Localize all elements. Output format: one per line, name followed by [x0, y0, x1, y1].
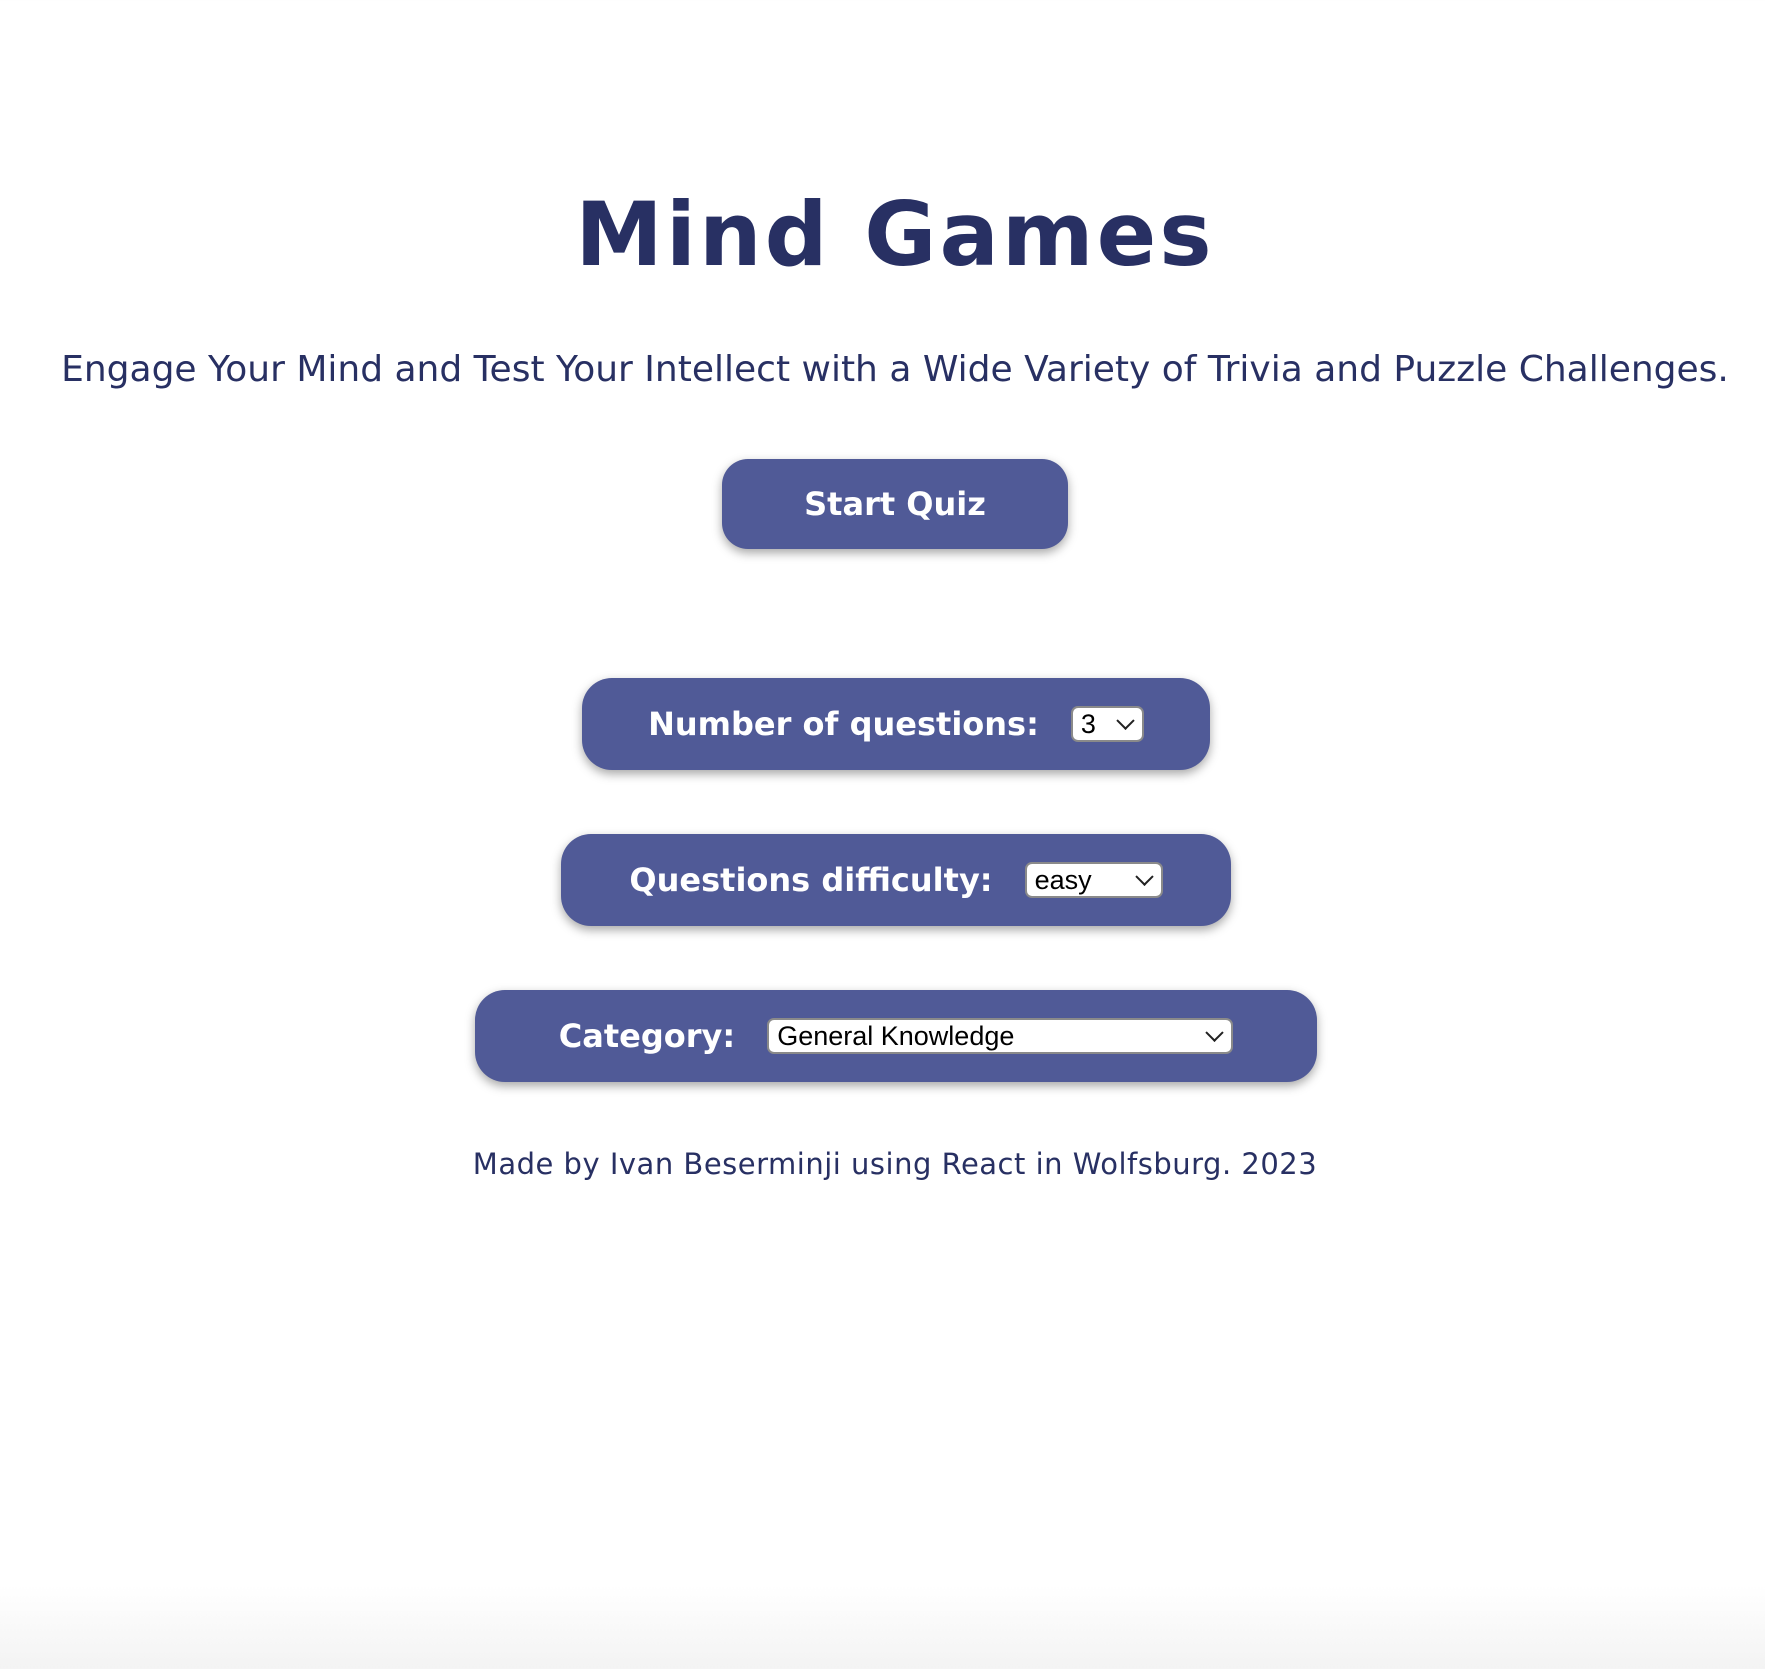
page-subtitle: Engage Your Mind and Test Your Intellect… — [61, 349, 1729, 390]
category-label: Category: — [558, 1017, 736, 1055]
number-of-questions-panel: Number of questions: 3 — [582, 678, 1210, 770]
number-of-questions-value: 3 — [1080, 708, 1096, 739]
number-of-questions-label: Number of questions: — [648, 705, 1039, 743]
footer-credit: Made by Ivan Beserminji using React in W… — [472, 1147, 1318, 1181]
number-of-questions-select[interactable]: 3 — [1070, 706, 1144, 742]
category-value: General Knowledge — [777, 1020, 1015, 1051]
questions-difficulty-value: easy — [1034, 864, 1092, 895]
category-select[interactable]: General Knowledge — [767, 1018, 1234, 1054]
questions-difficulty-select[interactable]: easy — [1024, 862, 1163, 898]
chevron-down-icon — [1116, 711, 1135, 730]
questions-difficulty-label: Questions difficulty: — [629, 861, 993, 899]
questions-difficulty-panel: Questions difficulty: easy — [561, 834, 1231, 926]
chevron-down-icon — [1205, 1023, 1224, 1042]
page: Mind Games Engage Your Mind and Test You… — [0, 0, 1765, 1669]
category-panel: Category: General Knowledge — [475, 990, 1317, 1082]
chevron-down-icon — [1134, 867, 1154, 886]
start-quiz-button[interactable]: Start Quiz — [722, 459, 1068, 549]
page-title: Mind Games — [575, 183, 1215, 286]
